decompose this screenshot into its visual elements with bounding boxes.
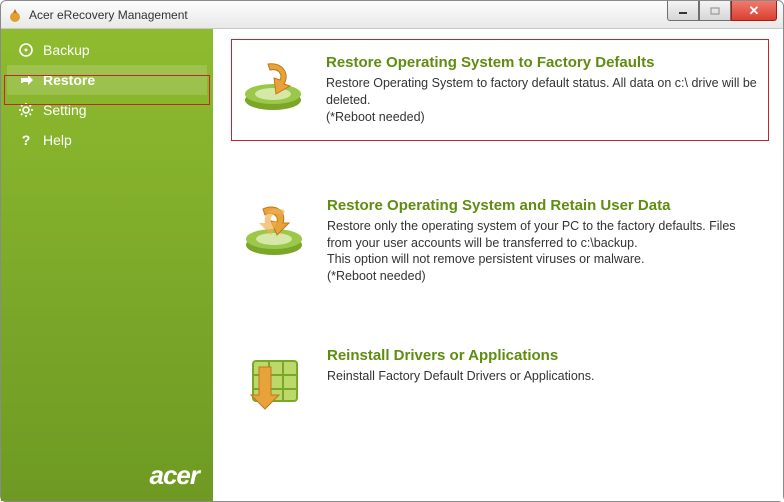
sidebar-item-help[interactable]: ? Help <box>7 125 207 155</box>
titlebar: Acer eRecovery Management ✕ <box>1 1 783 29</box>
window-title: Acer eRecovery Management <box>29 8 188 22</box>
option-restore-factory[interactable]: Restore Operating System to Factory Defa… <box>231 39 769 141</box>
hdd-retain-icon <box>239 197 309 263</box>
sidebar-item-label: Backup <box>43 42 90 58</box>
content-pane: Restore Operating System to Factory Defa… <box>213 29 783 501</box>
option-desc: Restore Operating System to factory defa… <box>326 75 762 126</box>
app-body: Backup Restore Setting ? <box>1 29 783 501</box>
gear-icon <box>17 101 35 119</box>
sidebar-item-label: Restore <box>43 72 95 88</box>
option-title: Restore Operating System and Retain User… <box>327 197 761 214</box>
sidebar-item-setting[interactable]: Setting <box>7 95 207 125</box>
option-title: Restore Operating System to Factory Defa… <box>326 54 762 71</box>
restore-icon <box>17 71 35 89</box>
disc-icon <box>17 41 35 59</box>
reinstall-icon <box>239 347 309 413</box>
svg-text:?: ? <box>22 132 31 148</box>
option-desc: Restore only the operating system of you… <box>327 218 761 286</box>
option-text: Reinstall Drivers or Applications Reinst… <box>327 347 594 385</box>
option-desc: Reinstall Factory Default Drivers or App… <box>327 368 594 385</box>
app-icon <box>7 7 23 23</box>
window-controls: ✕ <box>667 1 777 21</box>
sidebar-item-backup[interactable]: Backup <box>7 35 207 65</box>
minimize-button[interactable] <box>667 1 699 21</box>
option-title: Reinstall Drivers or Applications <box>327 347 594 364</box>
maximize-button[interactable] <box>699 1 731 21</box>
help-icon: ? <box>17 131 35 149</box>
app-window: Acer eRecovery Management ✕ Backup <box>0 0 784 502</box>
close-button[interactable]: ✕ <box>731 1 777 21</box>
option-text: Restore Operating System and Retain User… <box>327 197 761 286</box>
sidebar-item-restore[interactable]: Restore <box>7 65 207 95</box>
hdd-restore-icon <box>238 54 308 120</box>
sidebar-item-label: Help <box>43 132 72 148</box>
option-reinstall-drivers[interactable]: Reinstall Drivers or Applications Reinst… <box>231 331 769 429</box>
brand-logo: acer <box>150 460 200 491</box>
sidebar: Backup Restore Setting ? <box>1 29 213 501</box>
option-text: Restore Operating System to Factory Defa… <box>326 54 762 126</box>
sidebar-item-label: Setting <box>43 102 87 118</box>
option-restore-retain[interactable]: Restore Operating System and Retain User… <box>231 181 769 302</box>
